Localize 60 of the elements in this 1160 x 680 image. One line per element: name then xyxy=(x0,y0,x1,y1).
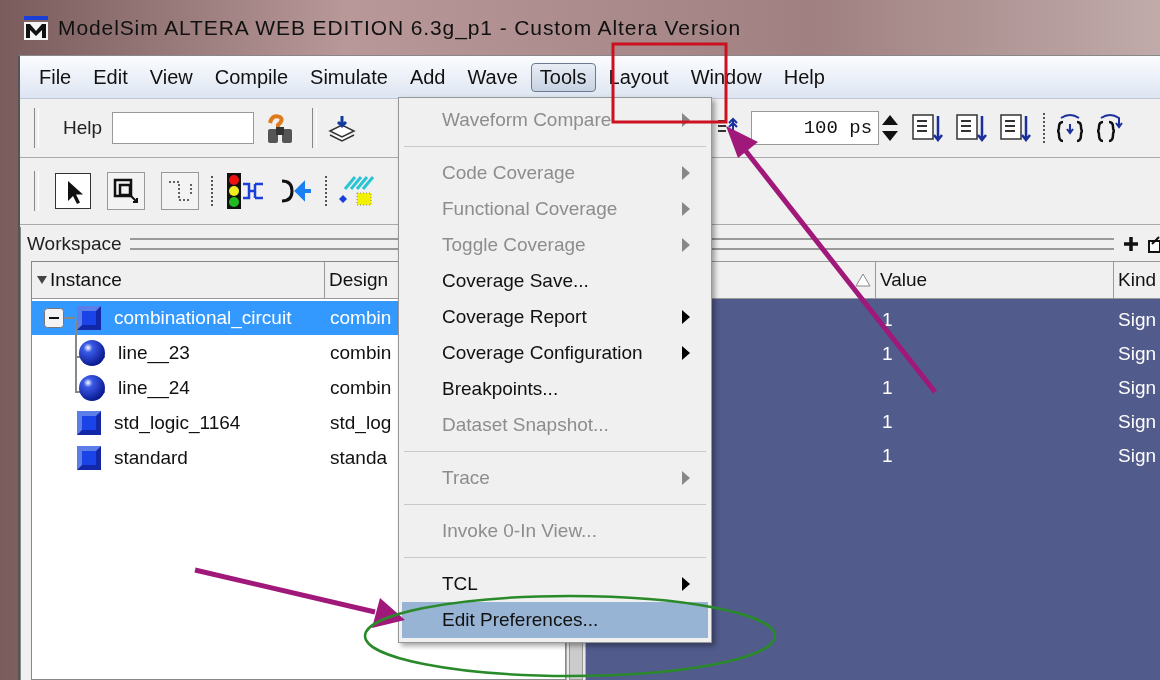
menu-item[interactable]: TCL xyxy=(402,566,708,602)
instance-name: line__23 xyxy=(118,342,190,364)
step-icon[interactable] xyxy=(911,112,946,144)
dotted-path-icon[interactable] xyxy=(161,172,199,210)
kind-cell: Sign xyxy=(1118,309,1157,331)
value-cell-text: 1 xyxy=(882,377,894,399)
help-search-field[interactable] xyxy=(112,112,255,144)
menu-item[interactable]: Edit xyxy=(84,62,137,92)
sphere-icon xyxy=(78,339,106,367)
filter-icon[interactable] xyxy=(36,274,48,286)
menu-item[interactable]: File xyxy=(30,62,81,92)
design-name: combin xyxy=(329,342,392,364)
column-label: Instance xyxy=(50,269,122,291)
kind-cell: Sign xyxy=(1118,343,1157,365)
module-icon xyxy=(76,410,102,436)
menu-item[interactable]: Simulate xyxy=(301,62,397,92)
column-header[interactable]: Instance xyxy=(32,262,325,298)
instance-name: std_logic_1164 xyxy=(114,412,241,434)
undock-icon[interactable] xyxy=(1148,235,1160,253)
column-header[interactable]: Value xyxy=(876,262,1114,298)
sphere-icon xyxy=(78,374,106,402)
kind-cell: Sign xyxy=(1118,445,1157,467)
design-name: std_log xyxy=(329,412,392,434)
sort-icon[interactable] xyxy=(855,273,871,287)
kind-cell: Sign xyxy=(1118,377,1157,399)
step-icon[interactable] xyxy=(955,112,990,144)
design-name: combin xyxy=(329,307,392,329)
menu-item[interactable]: Tools xyxy=(530,62,596,92)
instance-name: standard xyxy=(114,447,188,469)
value-cell-text: 1 xyxy=(882,445,894,467)
add-icon[interactable] xyxy=(1122,235,1140,253)
collapse-icon[interactable] xyxy=(44,308,64,328)
menu-item[interactable]: Coverage Save... xyxy=(402,263,708,299)
menu-item[interactable]: Coverage Configuration xyxy=(402,335,708,371)
menu-item[interactable]: View xyxy=(140,62,202,92)
module-icon xyxy=(76,445,102,471)
menu-item[interactable]: Edit Preferences... xyxy=(402,602,708,638)
value-cell-text: 1 xyxy=(882,411,894,433)
pointer-icon[interactable] xyxy=(55,173,91,209)
module-icon xyxy=(76,305,102,331)
value-cell-text: 1 xyxy=(882,343,894,365)
help-label: Help xyxy=(63,117,103,139)
pane-title: Workspace xyxy=(27,233,122,255)
menu-item[interactable]: Help xyxy=(774,62,834,92)
design-name: standa xyxy=(329,447,388,469)
step-icon[interactable] xyxy=(999,112,1034,144)
menu-item[interactable]: Compile xyxy=(205,62,298,92)
kind-cell: Sign xyxy=(1118,411,1157,433)
design-name: combin xyxy=(329,377,392,399)
time-field[interactable]: 100 ps xyxy=(751,111,880,145)
window-title: ModelSim ALTERA WEB EDITION 6.3g_p1 - Custom Altera Version xyxy=(58,15,741,40)
instance-name: combinational_circuit xyxy=(114,307,292,329)
stack-icon[interactable] xyxy=(327,113,358,143)
column-header[interactable]: Kind xyxy=(1114,262,1160,298)
app-logo-icon xyxy=(22,14,50,41)
menu-item[interactable]: Wave xyxy=(458,62,527,92)
menu-item[interactable]: Breakpoints... xyxy=(402,371,708,407)
menu-item[interactable]: Add xyxy=(400,62,455,92)
zoom-box-icon[interactable] xyxy=(107,172,145,210)
instance-name: line__24 xyxy=(118,377,190,399)
